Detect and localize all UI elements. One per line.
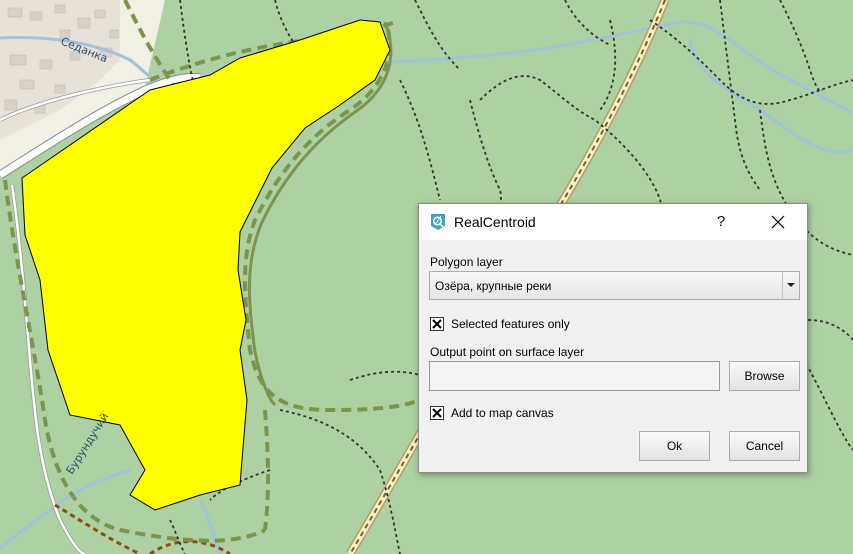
check-mark-icon xyxy=(432,408,442,418)
add-to-map-checkbox[interactable] xyxy=(430,406,444,420)
dialog-title: RealCentroid xyxy=(454,214,536,230)
selected-features-only-checkbox[interactable] xyxy=(430,317,444,331)
check-mark-icon xyxy=(432,319,442,329)
browse-button[interactable]: Browse xyxy=(729,361,800,391)
ok-button[interactable]: Ok xyxy=(639,431,710,461)
chevron-down-icon[interactable] xyxy=(782,272,799,299)
polygon-layer-combobox[interactable]: Озёра, крупные реки xyxy=(429,271,800,300)
dialog-titlebar[interactable]: RealCentroid ? xyxy=(419,204,807,240)
polygon-layer-label: Polygon layer xyxy=(430,255,503,269)
cancel-button[interactable]: Cancel xyxy=(729,431,800,461)
output-layer-label: Output point on surface layer xyxy=(430,345,585,359)
qgis-plugin-icon xyxy=(431,214,445,230)
help-button[interactable]: ? xyxy=(711,211,731,233)
add-to-map-label: Add to map canvas xyxy=(451,406,554,420)
polygon-layer-selected: Озёра, крупные реки xyxy=(435,279,552,293)
realcentroid-dialog: RealCentroid ? Polygon layer Озёра, круп… xyxy=(418,203,808,473)
selected-features-only-label: Selected features only xyxy=(451,317,570,331)
close-icon[interactable] xyxy=(765,210,791,234)
output-layer-input[interactable] xyxy=(429,361,720,391)
